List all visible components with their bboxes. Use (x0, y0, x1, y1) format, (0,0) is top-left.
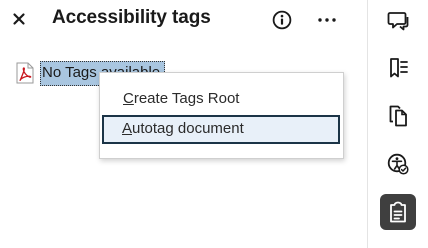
menu-item-label: utotag document (132, 120, 244, 137)
accessibility-tags-panel: Accessibility tags No Tags available Cre… (0, 0, 367, 248)
rail-button-comments[interactable] (380, 2, 416, 38)
panel-title: Accessibility tags (52, 7, 211, 28)
more-options-button[interactable] (313, 8, 341, 32)
context-menu: Create Tags Root Autotag document (99, 72, 344, 159)
pdf-file-icon (14, 60, 36, 86)
tags-icon (388, 201, 408, 223)
rail-button-tags[interactable] (380, 194, 416, 230)
menu-item-create-tags-root[interactable]: Create Tags Root (102, 86, 342, 114)
rail-button-bookmarks[interactable] (380, 50, 416, 86)
close-button[interactable] (8, 8, 30, 30)
right-tool-rail (367, 0, 428, 248)
menu-item-label: reate Tags Root (133, 90, 240, 107)
accessibility-icon (387, 153, 409, 175)
info-button[interactable] (270, 8, 294, 32)
info-icon (272, 10, 292, 30)
menu-item-mnemonic: C (123, 90, 134, 107)
comment-icon (387, 9, 409, 31)
more-options-icon (317, 17, 337, 23)
close-icon (12, 12, 26, 26)
rail-button-accessibility[interactable] (380, 146, 416, 182)
rail-button-pages[interactable] (380, 98, 416, 134)
bookmark-list-icon (387, 57, 409, 79)
pages-icon (387, 105, 409, 127)
menu-item-mnemonic: A (122, 120, 133, 137)
menu-item-autotag-document[interactable]: Autotag document (102, 115, 340, 144)
